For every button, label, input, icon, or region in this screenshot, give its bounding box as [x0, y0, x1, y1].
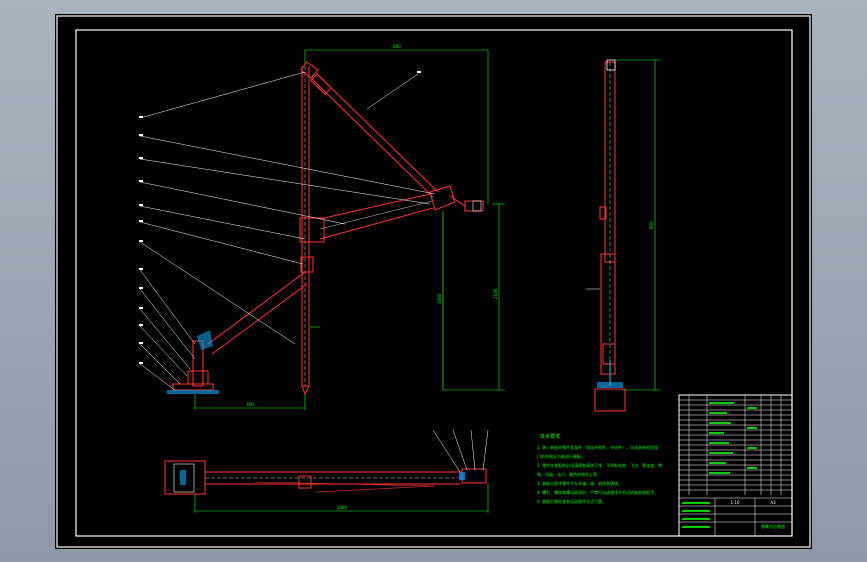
side-view: 900: [586, 59, 660, 412]
note-line: 1. 装入装配的零件及部件（包括外购件、外协件），均须具有检验部: [537, 444, 658, 450]
note-line: 5. 装配后需检查各运动部件灵活可靠。: [537, 498, 606, 504]
dim-base-offset: 300: [246, 402, 254, 407]
title-block-scale: 1:10: [731, 500, 740, 505]
brace-upper: [207, 271, 306, 345]
jib-head: [429, 185, 456, 211]
note-line: 门的合格证方能进行装配。: [537, 453, 585, 459]
dim-jib-height: 1600: [437, 293, 442, 304]
plan-view: 1880: [164, 429, 489, 513]
dim-tip-height: 900: [649, 221, 654, 229]
dim-top-width: 800: [393, 44, 401, 49]
title-block: 悬臂吊总装图 1:10 A3: [678, 394, 793, 537]
jib-arm-lower: [319, 207, 434, 240]
outer-border: [56, 15, 811, 548]
tie-rod-lower: [311, 78, 434, 198]
tie-rod-sleeve: [310, 73, 333, 96]
balloon-leaders: [139, 71, 436, 391]
technical-notes: 技术要求 1. 装入装配的零件及部件（包括外购件、外协件），均须具有检验部 门的…: [537, 433, 662, 504]
side-base: [594, 388, 626, 412]
notes-title: 技术要求: [540, 433, 560, 440]
dim-plan-length: 1880: [337, 505, 348, 510]
note-line: 4. 螺钉、螺栓和螺母紧固时，严禁打击或使用不合适的旋具和扳手。: [537, 489, 658, 495]
drawing-sheet: 800 1600 2100 300 900 1880 技术要求 1. 装入装配的…: [55, 14, 812, 549]
cylinder-hatch: [197, 330, 213, 350]
note-line: 3. 装配过程中零件不允许磕、碰、划伤和锈蚀。: [537, 480, 622, 486]
front-view: 800 1600 2100 300: [139, 44, 505, 410]
title-block-sheet: A3: [770, 500, 776, 505]
plan-trolley: [461, 468, 487, 484]
trolley: [464, 200, 484, 212]
cad-drawing: 800 1600 2100 300 900 1880 技术要求 1. 装入装配的…: [56, 15, 811, 548]
brace-clamp: [300, 256, 314, 273]
dim-side-height: 2100: [493, 288, 498, 299]
title-block-name: 悬臂吊总装图: [761, 523, 785, 529]
balloon-ticks: [139, 71, 421, 364]
note-line: 蚀、切屑、油污、着色剂和灰尘等。: [537, 471, 601, 477]
mast-tip: [301, 385, 310, 396]
note-line: 2. 零件在装配前必须清理和清洗干净，不得有毛刺、飞边、氧化皮、锈: [537, 462, 662, 468]
brace-lower: [211, 283, 308, 355]
